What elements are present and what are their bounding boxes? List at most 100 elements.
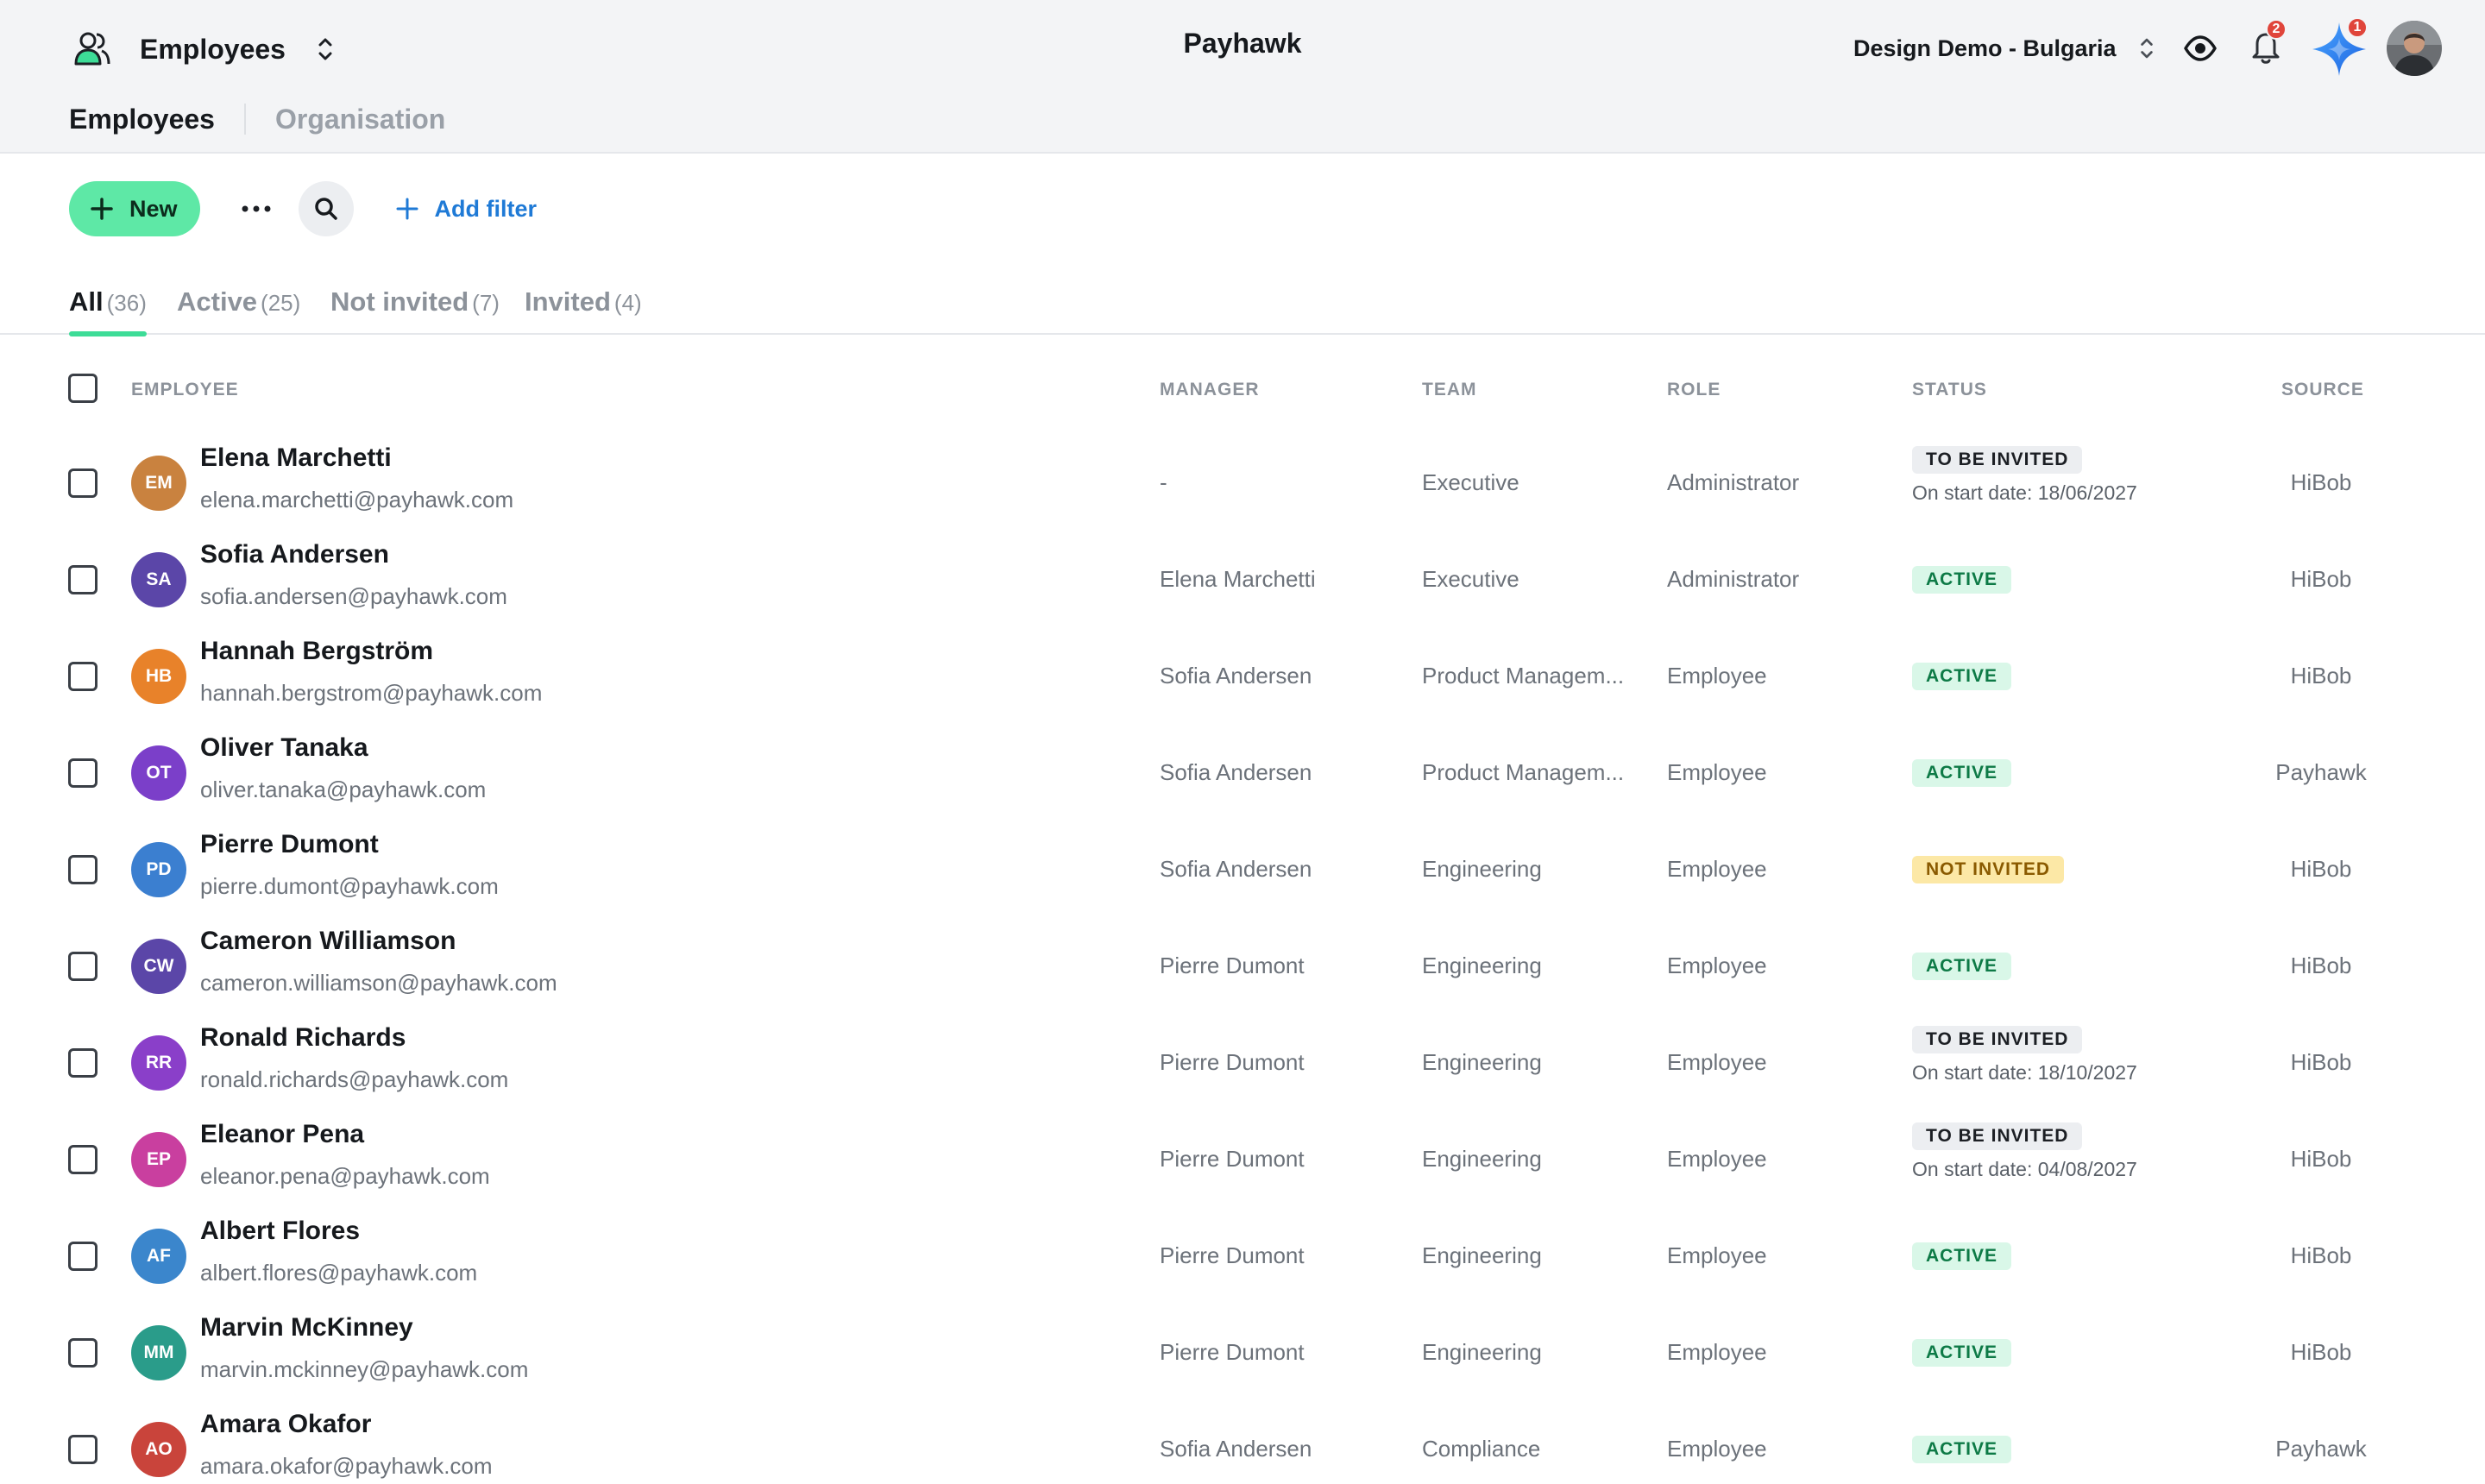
more-horizontal-icon: [242, 205, 271, 212]
search-button[interactable]: [298, 181, 354, 236]
company-switcher[interactable]: Design Demo - Bulgaria: [1853, 29, 2155, 67]
row-checkbox[interactable]: [68, 1338, 98, 1368]
column-source[interactable]: SOURCE: [2281, 380, 2364, 400]
status-badge: TO BE INVITED: [1912, 1026, 2083, 1053]
row-checkbox[interactable]: [68, 565, 98, 594]
table-row[interactable]: SA Sofia Andersen sofia.andersen@payhawk.c…: [0, 531, 2485, 628]
add-filter-label: Add filter: [434, 195, 538, 222]
team-cell: Compliance: [1422, 1436, 1541, 1462]
table-row[interactable]: RR Ronald Richards ronald.richards@payhawk…: [0, 1015, 2485, 1111]
employee-name[interactable]: Eleanor Pena: [200, 1120, 364, 1149]
row-checkbox[interactable]: [68, 758, 98, 788]
user-avatar[interactable]: [2387, 21, 2442, 76]
row-checkbox[interactable]: [68, 1048, 98, 1078]
employee-name[interactable]: Ronald Richards: [200, 1023, 406, 1053]
column-role[interactable]: ROLE: [1667, 380, 1721, 400]
employee-avatar: EP: [131, 1132, 186, 1187]
plus-icon: [396, 198, 418, 220]
tab-invited[interactable]: Invited (4): [525, 286, 642, 335]
employee-email: albert.flores@payhawk.com: [200, 1260, 478, 1286]
table-row[interactable]: PD Pierre Dumont pierre.dumont@payhawk.com…: [0, 821, 2485, 918]
row-checkbox[interactable]: [68, 952, 98, 981]
team-cell: Engineering: [1422, 1146, 1542, 1172]
employee-email: pierre.dumont@payhawk.com: [200, 873, 499, 899]
tab-organisation[interactable]: Organisation: [275, 104, 445, 135]
row-checkbox[interactable]: [68, 468, 98, 498]
employee-avatar: MM: [131, 1325, 186, 1380]
column-status[interactable]: STATUS: [1912, 380, 1987, 400]
employee-name[interactable]: Sofia Andersen: [200, 540, 389, 569]
app-switcher[interactable]: Employees: [72, 26, 334, 72]
table-row[interactable]: AF Albert Flores albert.flores@payhawk.com…: [0, 1208, 2485, 1305]
source-cell: HiBob: [2290, 953, 2352, 978]
team-cell: Engineering: [1422, 1339, 1542, 1365]
row-checkbox[interactable]: [68, 662, 98, 691]
row-checkbox[interactable]: [68, 1242, 98, 1271]
select-all-checkbox[interactable]: [68, 374, 98, 403]
table-row[interactable]: MM Marvin McKinney marvin.mckinney@payhawk…: [0, 1305, 2485, 1401]
manager-cell: Pierre Dumont: [1160, 953, 1305, 978]
eye-icon: [2184, 35, 2217, 61]
tab-label: Invited: [525, 286, 611, 317]
employee-name[interactable]: Marvin McKinney: [200, 1313, 413, 1343]
source-cell: HiBob: [2290, 1242, 2352, 1268]
status-badge: ACTIVE: [1912, 1436, 2012, 1463]
source-cell: HiBob: [2290, 469, 2352, 495]
role-cell: Employee: [1667, 953, 1767, 978]
manager-cell: Pierre Dumont: [1160, 1146, 1305, 1172]
employee-email: marvin.mckinney@payhawk.com: [200, 1356, 529, 1382]
column-employee[interactable]: EMPLOYEE: [131, 380, 239, 400]
table-row[interactable]: CW Cameron Williamson cameron.williamson@p…: [0, 918, 2485, 1015]
manager-cell: Sofia Andersen: [1160, 759, 1312, 785]
row-checkbox[interactable]: [68, 1435, 98, 1464]
more-actions-button[interactable]: [233, 186, 280, 232]
row-checkbox[interactable]: [68, 855, 98, 884]
role-cell: Employee: [1667, 1049, 1767, 1075]
search-icon: [314, 198, 337, 220]
status-badge: NOT INVITED: [1912, 856, 2065, 883]
toolbar: New Add filter: [69, 181, 537, 236]
table-row[interactable]: EP Eleanor Pena eleanor.pena@payhawk.com Pi…: [0, 1111, 2485, 1208]
new-employee-button[interactable]: New: [69, 181, 200, 236]
tab-not-invited[interactable]: Not invited (7): [330, 286, 500, 335]
tab-active[interactable]: Active (25): [177, 286, 300, 335]
new-button-label: New: [129, 195, 178, 222]
table-row[interactable]: EM Elena Marchetti elena.marchetti@payhawk…: [0, 435, 2485, 531]
employee-email: hannah.bergstrom@payhawk.com: [200, 680, 543, 706]
employee-name[interactable]: Pierre Dumont: [200, 830, 379, 859]
chevron-up-down-icon: [318, 38, 332, 60]
manager-cell: Pierre Dumont: [1160, 1339, 1305, 1365]
status-badge: ACTIVE: [1912, 1339, 2012, 1367]
assistant-button[interactable]: 1: [2309, 17, 2369, 79]
column-manager[interactable]: MANAGER: [1160, 380, 1260, 400]
add-filter-button[interactable]: Add filter: [395, 195, 538, 223]
employee-avatar: SA: [131, 552, 186, 607]
employee-name[interactable]: Oliver Tanaka: [200, 733, 368, 763]
employee-name[interactable]: Cameron Williamson: [200, 927, 456, 956]
employee-avatar: CW: [131, 939, 186, 994]
manager-cell: -: [1160, 469, 1167, 495]
notifications-button[interactable]: 2: [2249, 19, 2287, 66]
manager-cell: Pierre Dumont: [1160, 1049, 1305, 1075]
table-row[interactable]: OT Oliver Tanaka oliver.tanaka@payhawk.com…: [0, 725, 2485, 821]
team-cell: Executive: [1422, 469, 1519, 495]
preview-button[interactable]: [2183, 33, 2218, 64]
employee-name[interactable]: Hannah Bergström: [200, 637, 433, 666]
manager-cell: Sofia Andersen: [1160, 663, 1312, 689]
employee-name[interactable]: Elena Marchetti: [200, 443, 392, 473]
status-tabs: All (36) Active (25) Not invited (7) Invite…: [0, 274, 2485, 336]
source-cell: Payhawk: [2275, 759, 2367, 785]
company-name: Design Demo - Bulgaria: [1853, 35, 2117, 61]
table-row[interactable]: AO Amara Okafor amara.okafor@payhawk.com So…: [0, 1401, 2485, 1484]
tab-employees[interactable]: Employees: [69, 104, 215, 135]
manager-cell: Pierre Dumont: [1160, 1242, 1305, 1268]
employee-name[interactable]: Amara Okafor: [200, 1410, 371, 1439]
table-row[interactable]: HB Hannah Bergström hannah.bergstrom@payha…: [0, 628, 2485, 725]
employee-name[interactable]: Albert Flores: [200, 1217, 360, 1246]
app-title: Employees: [140, 33, 286, 65]
team-cell: Product Managem...: [1422, 759, 1625, 785]
employee-email: cameron.williamson@payhawk.com: [200, 970, 557, 996]
row-checkbox[interactable]: [68, 1145, 98, 1174]
column-team[interactable]: TEAM: [1422, 380, 1477, 400]
tab-all[interactable]: All (36): [69, 286, 147, 336]
